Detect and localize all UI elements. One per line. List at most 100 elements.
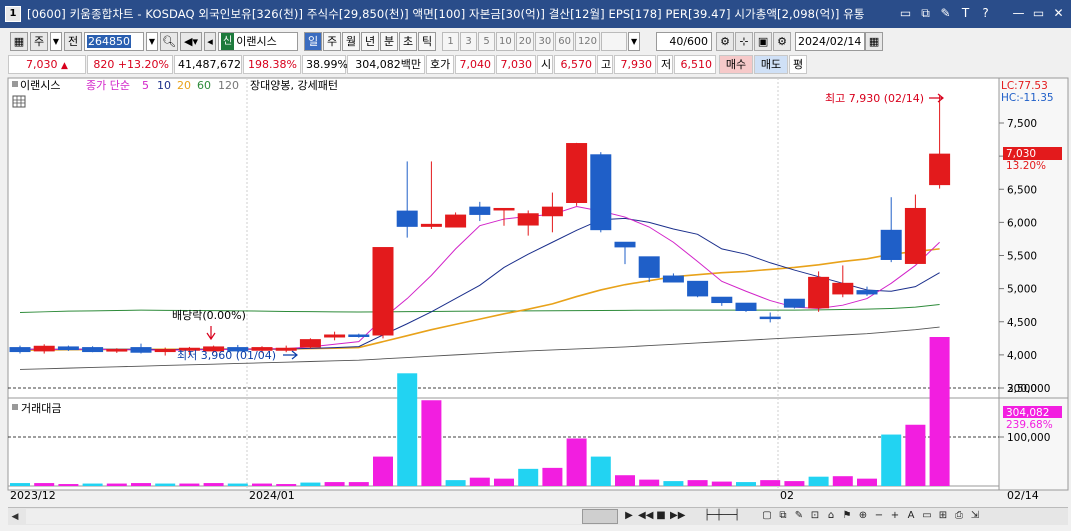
gear-icon[interactable]: ⚙ xyxy=(773,31,792,51)
period-tick[interactable]: 틱 xyxy=(418,31,436,51)
title-buttons: ▭ ⧉ ✎ T ? — ▭ ✕ xyxy=(897,5,1067,22)
volume-bar xyxy=(203,483,224,486)
draw-icon[interactable]: ✎ xyxy=(792,508,806,524)
period-second[interactable]: 초 xyxy=(399,31,417,51)
legend-stock-name[interactable]: 이랜시스 xyxy=(20,79,60,92)
layout-icon[interactable]: ▭ xyxy=(897,5,914,22)
stock-code-input[interactable]: 264850 xyxy=(84,31,144,51)
stock-chart[interactable]: 7,5007,0006,5006,0005,5005,0004,5004,000… xyxy=(0,76,1071,508)
crosshair-icon[interactable]: ⊹ xyxy=(735,31,754,51)
export-icon[interactable]: ⇲ xyxy=(968,508,982,524)
settings-grid-icon[interactable]: ⚙ xyxy=(716,31,735,51)
interval-30[interactable]: 30 xyxy=(535,31,555,51)
scroll-track[interactable] xyxy=(26,509,618,524)
eval-button[interactable]: 평 xyxy=(789,54,807,74)
scroll-thumb[interactable] xyxy=(582,509,618,524)
pin-icon[interactable]: ✎ xyxy=(937,5,954,22)
interval-10[interactable]: 10 xyxy=(496,31,515,51)
flag-icon[interactable]: ⚑ xyxy=(840,508,854,524)
open-price: 6,570 xyxy=(554,54,596,74)
search-icon[interactable]: 🔍︎ xyxy=(160,31,178,51)
low-label: 저 xyxy=(657,54,673,74)
save-icon[interactable]: ▣ xyxy=(754,31,773,51)
ask-price-2: 7,030 xyxy=(496,54,536,74)
help-icon[interactable]: ? xyxy=(977,5,994,22)
interval-dropdown[interactable]: ▼ xyxy=(628,31,641,51)
interval-custom[interactable] xyxy=(601,31,628,51)
period-day[interactable]: 일 xyxy=(304,31,322,51)
bookmark-icon[interactable]: ⌂ xyxy=(824,508,838,524)
chart-area[interactable]: 7,5007,0006,5006,0005,5005,0004,5004,000… xyxy=(0,76,1071,511)
arrow-down-icon[interactable]: ▼ xyxy=(50,31,62,51)
forward-icon[interactable]: ▶▶ xyxy=(670,508,685,524)
chart-icon[interactable]: ⊞ xyxy=(936,508,950,524)
scroll-right-icon[interactable]: ▶ xyxy=(622,508,636,524)
candle-body xyxy=(808,276,830,309)
chart-scrollbar[interactable]: ◀ ▶ ◀◀ ■ ▶▶ ├─┼──┤ ▢ ⧉ ✎ ⊡ ⌂ ⚑ ⊕ − + A ▭… xyxy=(8,507,1068,525)
print-icon[interactable]: ⎙ xyxy=(952,508,966,524)
dividend-annotation: 배당락(0.00%) xyxy=(172,309,246,322)
volume-bar xyxy=(760,480,781,486)
candle-body xyxy=(469,206,491,215)
stop-icon[interactable]: ■ xyxy=(654,508,668,524)
zoom-in-icon[interactable]: + xyxy=(888,508,902,524)
sell-button[interactable]: 매도 xyxy=(754,54,788,74)
layers-icon[interactable]: ⧉ xyxy=(776,508,790,524)
zoom-out-icon[interactable]: − xyxy=(872,508,886,524)
bar-count-field[interactable]: 40/600 xyxy=(656,31,713,51)
maximize-icon[interactable]: ▭ xyxy=(1030,5,1047,22)
measure-icon[interactable]: ⊡ xyxy=(808,508,822,524)
legend-ma20[interactable]: 20 xyxy=(177,79,191,92)
scroll-left-icon[interactable]: ◀ xyxy=(8,509,22,525)
table-icon[interactable] xyxy=(12,95,26,108)
interval-60[interactable]: 60 xyxy=(555,31,574,51)
legend-ma60[interactable]: 60 xyxy=(197,79,211,92)
minimize-icon[interactable]: — xyxy=(1010,5,1027,22)
window-icon[interactable]: ▭ xyxy=(920,508,934,524)
legend-ma120[interactable]: 120 xyxy=(218,79,239,92)
period-minute[interactable]: 분 xyxy=(380,31,398,51)
candle-body xyxy=(880,229,902,260)
scope-select[interactable]: 전 xyxy=(64,31,82,51)
vol-panel-title[interactable]: 거래대금 xyxy=(21,402,61,415)
period-year[interactable]: 년 xyxy=(361,31,379,51)
volume-bar xyxy=(566,438,587,486)
buy-button[interactable]: 매수 xyxy=(719,54,753,74)
volume-bar xyxy=(663,481,684,486)
grid-icon[interactable]: ▦ xyxy=(10,31,28,51)
period-week[interactable]: 주 xyxy=(323,31,341,51)
close-icon[interactable]: ✕ xyxy=(1050,5,1067,22)
stock-name-field[interactable]: 신 이랜시스 xyxy=(218,31,298,51)
volume-bar xyxy=(348,482,369,486)
interval-3[interactable]: 3 xyxy=(460,31,477,51)
legend-ma-label[interactable]: 종가 단순 xyxy=(86,79,130,92)
price-change: 820 +13.20% xyxy=(87,54,173,74)
sound-icon[interactable]: ◀▾ xyxy=(180,31,202,51)
candle-body xyxy=(57,346,79,351)
chart-type-select[interactable]: 주 xyxy=(30,31,48,51)
candle-body xyxy=(638,256,660,278)
prev-icon[interactable]: ◂ xyxy=(204,31,216,51)
legend-ma5[interactable]: 5 xyxy=(142,79,149,92)
interval-1[interactable]: 1 xyxy=(442,31,459,51)
chevron-down-icon[interactable]: ▼ xyxy=(146,31,158,51)
xlabel-02-14: 02/14 xyxy=(1007,489,1039,502)
date-input[interactable]: 2024/02/14 xyxy=(795,31,866,51)
font-size-icon[interactable]: A xyxy=(904,508,918,524)
link-icon[interactable]: ⧉ xyxy=(917,5,934,22)
interval-120[interactable]: 120 xyxy=(574,31,601,51)
volume-bar xyxy=(494,478,514,486)
app-number-badge[interactable]: 1 xyxy=(5,6,21,22)
frame-icon[interactable]: ▢ xyxy=(760,508,774,524)
interval-20[interactable]: 20 xyxy=(515,31,535,51)
zoom-slider[interactable]: ├─┼──┤ xyxy=(686,508,758,524)
rewind-icon[interactable]: ◀◀ xyxy=(638,508,653,524)
interval-5[interactable]: 5 xyxy=(478,31,495,51)
candle-body xyxy=(130,347,152,353)
calendar-icon[interactable]: ▦ xyxy=(865,31,884,51)
legend-ma10[interactable]: 10 xyxy=(157,79,171,92)
volume-bar xyxy=(857,478,877,486)
zoom-icon[interactable]: ⊕ xyxy=(856,508,870,524)
period-month[interactable]: 월 xyxy=(342,31,360,51)
text-icon[interactable]: T xyxy=(957,5,974,22)
